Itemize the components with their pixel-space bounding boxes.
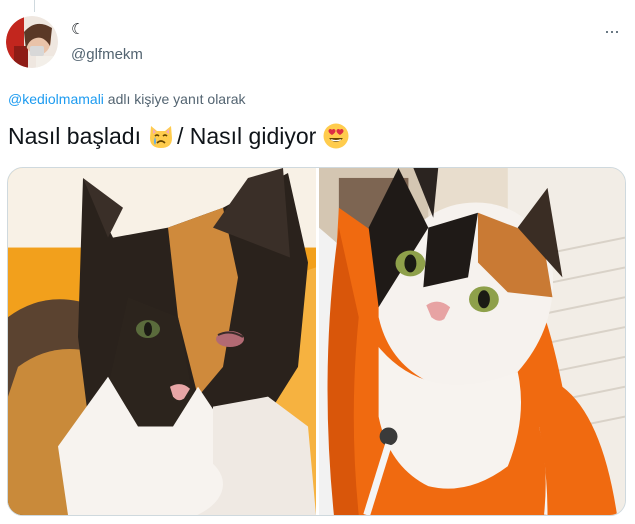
crescent-moon-icon: ☾ xyxy=(71,21,85,38)
photo-right[interactable] xyxy=(319,168,625,515)
crying-cat-face-icon xyxy=(147,122,175,150)
user-handle[interactable]: @glfmekm xyxy=(71,46,143,63)
more-horizontal-icon: ··· xyxy=(604,21,620,41)
more-options-button[interactable]: ··· xyxy=(604,21,620,41)
avatar-image xyxy=(6,16,58,68)
reply-context: @kediolmamali adlı kişiye yanıt olarak xyxy=(8,91,246,107)
calico-cat-orange-hoodie-photo xyxy=(319,168,625,515)
reply-mention-link[interactable]: @kediolmamali xyxy=(8,91,104,107)
display-name[interactable]: ☾ xyxy=(71,22,84,37)
tweet-text: Nasıl başladı / Nasıl gidiyor xyxy=(8,122,352,150)
smiling-face-with-heart-eyes-icon xyxy=(322,122,350,150)
reply-context-text: adlı kişiye yanıt olarak xyxy=(103,91,246,107)
tweet-text-part2: / Nasıl gidiyor xyxy=(176,122,317,149)
avatar[interactable] xyxy=(6,16,58,68)
photo-left[interactable] xyxy=(8,168,316,515)
media-grid xyxy=(7,167,626,516)
tweet-text-part1: Nasıl başladı xyxy=(8,122,141,149)
calico-cat-injured-eye-photo xyxy=(8,168,316,515)
thread-line xyxy=(34,0,35,12)
